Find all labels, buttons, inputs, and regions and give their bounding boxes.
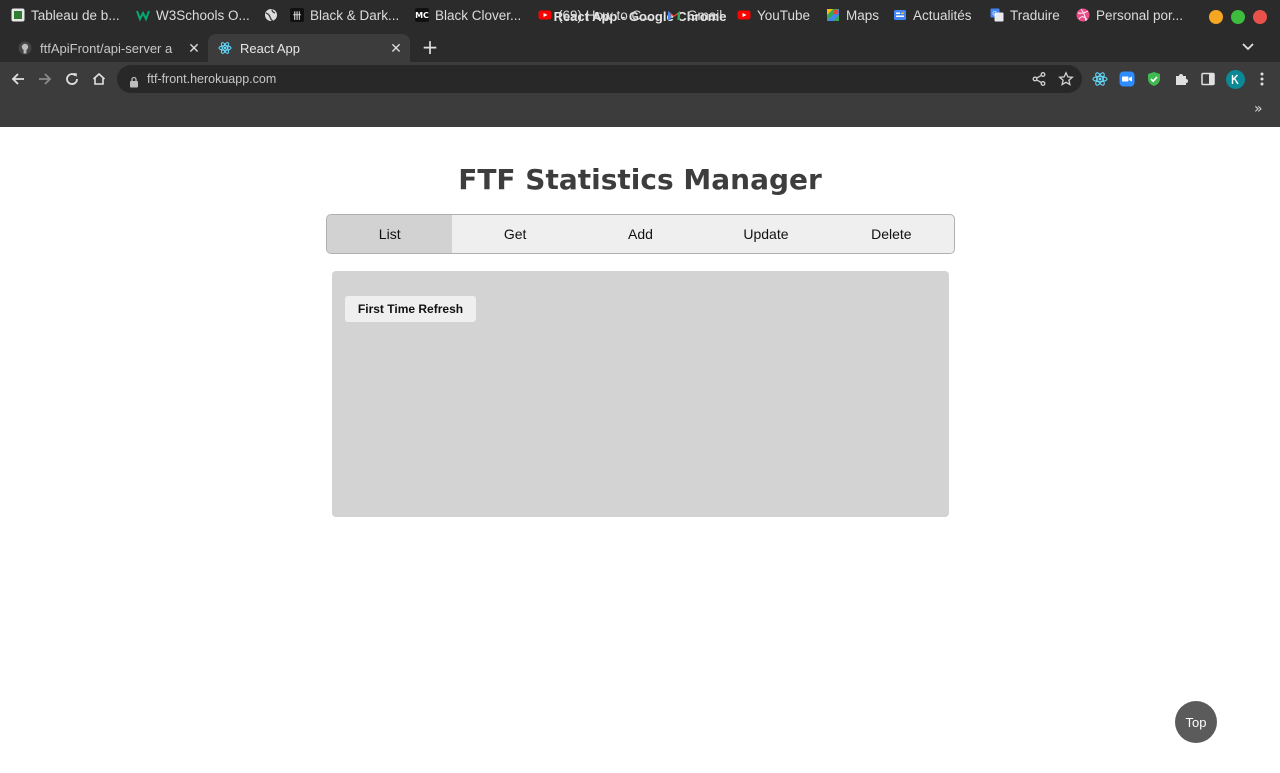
react-devtools-icon[interactable]: [1092, 71, 1108, 87]
maps-icon: [826, 8, 840, 22]
bookmark-item[interactable]: W3Schools O...: [136, 7, 250, 23]
tab-list[interactable]: List: [327, 215, 453, 253]
tab-close-icon[interactable]: ✕: [388, 40, 404, 57]
tab-update[interactable]: Update: [703, 215, 828, 253]
tab-search-chevron-icon[interactable]: [1238, 38, 1258, 56]
tab-github[interactable]: ftfApiFront/api-server a ✕: [8, 34, 208, 62]
bookmarks-overflow-icon[interactable]: »: [1254, 101, 1263, 117]
close-window-button[interactable]: [1253, 10, 1267, 24]
tab-delete[interactable]: Delete: [829, 215, 954, 253]
svg-text:G: G: [992, 11, 997, 18]
tab-get[interactable]: Get: [452, 215, 577, 253]
bookmark-item[interactable]: YouTube: [737, 7, 810, 23]
url-text: ftf-front.herokuapp.com: [147, 72, 277, 86]
bookmark-item[interactable]: [264, 7, 284, 23]
forward-arrow-icon[interactable]: [35, 69, 55, 89]
maximize-button[interactable]: [1231, 10, 1245, 24]
bookmark-label: Actualités: [913, 7, 972, 23]
bookmark-label: Black & Dark...: [310, 7, 400, 23]
manga-icon: 卌: [290, 8, 304, 22]
browser-toolbar: ftf-front.herokuapp.com: [0, 62, 1280, 96]
bookmark-label: YouTube: [757, 7, 811, 23]
zoom-extension-icon[interactable]: [1119, 71, 1135, 87]
page-title: FTF Statistics Manager: [458, 163, 822, 196]
dribbble-icon: [1076, 8, 1090, 22]
home-icon[interactable]: [89, 69, 109, 89]
tab-title: ftfApiFront/api-server a: [40, 40, 173, 56]
bookmark-item[interactable]: MC Black Clover...: [415, 7, 521, 23]
tab-react-app[interactable]: React App ✕: [208, 34, 410, 62]
news-icon: [893, 8, 907, 22]
bookmark-label: Personal por...: [1096, 7, 1184, 23]
tab-close-icon[interactable]: ✕: [186, 40, 202, 57]
extensions-puzzle-icon[interactable]: [1173, 71, 1189, 87]
scroll-top-button[interactable]: Top: [1175, 701, 1217, 743]
manga-icon: MC: [415, 8, 429, 22]
list-panel: First Time Refresh: [332, 271, 949, 517]
profile-avatar-icon[interactable]: [1226, 70, 1245, 89]
menu-dots-icon[interactable]: [1254, 71, 1270, 87]
bookmark-label: Tableau de b...: [31, 7, 120, 23]
reload-icon[interactable]: [62, 69, 82, 89]
bookmark-item[interactable]: Personal por...: [1076, 7, 1183, 23]
shield-extension-icon[interactable]: [1146, 71, 1162, 87]
gmail-icon: [667, 8, 681, 22]
bookmark-label: Black Clover...: [435, 7, 522, 23]
youtube-icon: [538, 8, 552, 22]
bookmark-item[interactable]: Actualités: [893, 7, 972, 23]
dashboard-icon: [11, 8, 25, 22]
bookmark-item[interactable]: 卌 Black & Dark...: [290, 7, 399, 23]
youtube-icon: [737, 8, 751, 22]
tab-title: React App: [240, 40, 300, 56]
section-tabs: List Get Add Update Delete: [326, 214, 955, 254]
bookmark-item[interactable]: (69) How to C...: [538, 7, 653, 23]
first-time-refresh-button[interactable]: First Time Refresh: [345, 296, 476, 322]
address-bar[interactable]: ftf-front.herokuapp.com: [117, 65, 1082, 93]
bookmark-item[interactable]: Tableau de b...: [11, 7, 120, 23]
bookmark-item[interactable]: Maps: [826, 7, 879, 23]
github-icon: [18, 41, 32, 55]
translate-icon: G: [990, 8, 1004, 22]
side-panel-icon[interactable]: [1200, 71, 1216, 87]
bookmark-label: (69) How to C...: [558, 7, 653, 23]
back-arrow-icon[interactable]: [8, 69, 28, 89]
share-icon[interactable]: [1031, 71, 1047, 87]
new-tab-button[interactable]: +: [420, 37, 440, 57]
react-icon: [218, 41, 232, 55]
tab-add[interactable]: Add: [578, 215, 703, 253]
bookmark-label: Traduire: [1010, 7, 1060, 23]
bookmark-label: W3Schools O...: [156, 7, 250, 23]
bookmark-item[interactable]: G Traduire: [990, 7, 1060, 23]
star-icon[interactable]: [1058, 71, 1074, 87]
lock-icon: [129, 73, 139, 92]
w3schools-icon: [136, 8, 150, 22]
minimize-button[interactable]: [1209, 10, 1223, 24]
globe-icon: [264, 8, 278, 22]
bookmark-item[interactable]: Gmail: [667, 7, 722, 23]
bookmarks-bar: [0, 96, 1280, 127]
bookmark-label: Maps: [846, 7, 880, 23]
bookmark-label: Gmail: [687, 7, 723, 23]
